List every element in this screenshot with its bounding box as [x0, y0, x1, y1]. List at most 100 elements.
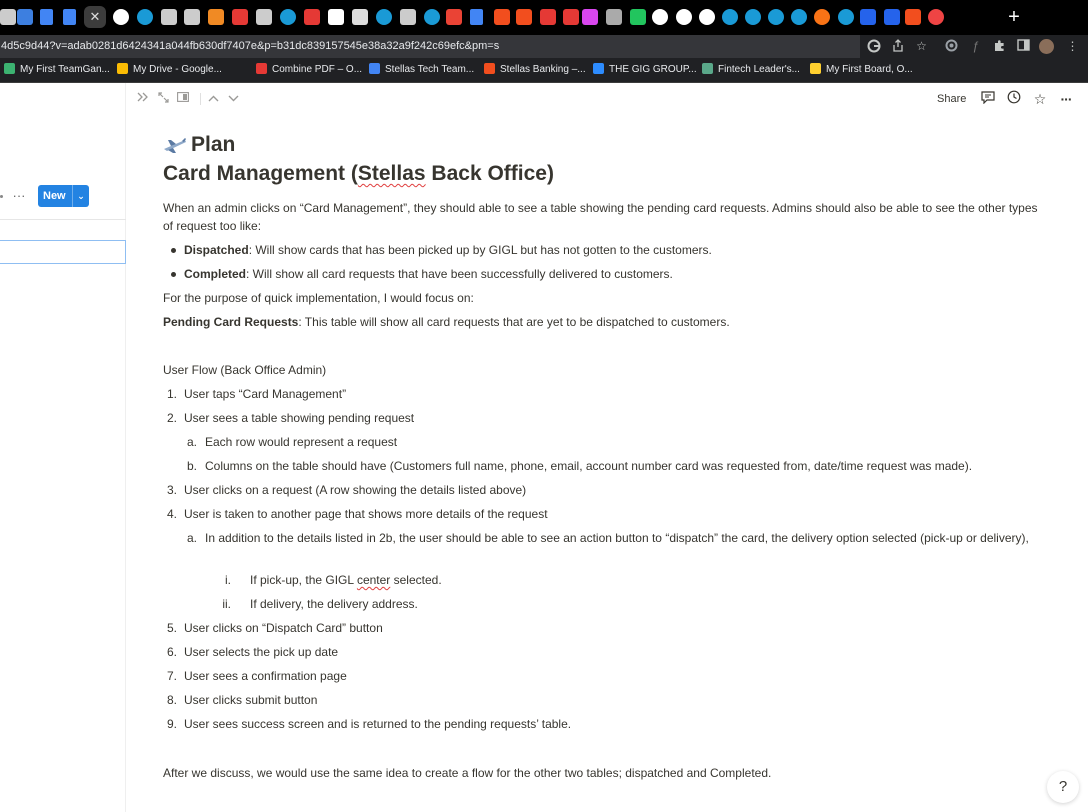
- loop-red-icon[interactable]: [563, 9, 579, 25]
- bookmark-label: Combine PDF – O...: [272, 64, 363, 75]
- list-item: a. Each row would represent a request: [187, 433, 398, 451]
- bookmark-item[interactable]: Combine PDF – O...: [256, 58, 362, 82]
- share-page-icon[interactable]: [890, 39, 905, 54]
- tn-icon[interactable]: [400, 9, 416, 25]
- extension-circle-icon[interactable]: [944, 39, 959, 54]
- figma-icon: [484, 63, 495, 74]
- help-button[interactable]: ?: [1047, 771, 1079, 803]
- loop-red-icon[interactable]: [540, 9, 556, 25]
- bullet-bold: Completed: [184, 267, 247, 281]
- circle-blue-icon[interactable]: [791, 9, 807, 25]
- list-marker: 4.: [166, 507, 177, 521]
- comment-icon[interactable]: [979, 90, 997, 108]
- bookmark-label: My Drive - Google...: [133, 64, 222, 75]
- circle-blue-icon[interactable]: [424, 9, 440, 25]
- title-spellcheck-word: Stellas: [357, 162, 426, 185]
- list-text: Each row would represent a request: [205, 435, 398, 449]
- address-bar: 4d5c9d44?v=adab0281d6424341a044fb630df74…: [0, 35, 1088, 58]
- ft-extension-icon[interactable]: ƒ: [968, 39, 983, 54]
- figma-icon[interactable]: [516, 9, 532, 25]
- circle-blue-icon[interactable]: [137, 9, 153, 25]
- sidebar-item-dot: [0, 195, 3, 198]
- snowflake-icon[interactable]: [256, 9, 272, 25]
- list-marker: 8.: [166, 693, 177, 707]
- google-drive-icon: [117, 63, 128, 74]
- circle-blue-icon[interactable]: [768, 9, 784, 25]
- bookmark-item[interactable]: Fintech Leader's...: [702, 58, 800, 82]
- new-tab-button[interactable]: +: [1006, 5, 1022, 29]
- white-square-icon[interactable]: [328, 9, 344, 25]
- sidebar-selected-row[interactable]: [0, 240, 126, 264]
- google-lens-icon[interactable]: [866, 39, 881, 54]
- play-arrow-icon[interactable]: [17, 9, 33, 25]
- bookmark-item[interactable]: My First Board, O...: [810, 58, 913, 82]
- extensions-puzzle-icon[interactable]: [992, 39, 1007, 54]
- orange-dollar-icon[interactable]: [208, 9, 224, 25]
- google-docs-icon[interactable]: [40, 9, 53, 25]
- circle-blue-icon[interactable]: [280, 9, 296, 25]
- circle-blue-icon[interactable]: [745, 9, 761, 25]
- green-chart-icon[interactable]: [630, 9, 646, 25]
- bookmark-star-icon[interactable]: ☆: [914, 39, 929, 54]
- pending-text: : This table will show all card requests…: [298, 315, 730, 329]
- chevron-down-icon[interactable]: ⌄: [72, 185, 89, 207]
- double-chevron-right-icon[interactable]: [136, 92, 150, 106]
- red-g-icon[interactable]: [446, 9, 462, 25]
- bullet-bold: Dispatched: [184, 243, 249, 257]
- google-icon[interactable]: [113, 9, 129, 25]
- google-icon[interactable]: [676, 9, 692, 25]
- url-field[interactable]: 4d5c9d44?v=adab0281d6424341a044fb630df74…: [0, 35, 860, 58]
- expand-arrows-icon[interactable]: [156, 92, 170, 106]
- side-panel-icon[interactable]: [1016, 39, 1031, 54]
- list-marker: 5.: [166, 621, 177, 635]
- figma-icon[interactable]: [494, 9, 510, 25]
- active-tab-close-icon[interactable]: ✕: [84, 6, 106, 28]
- v-icon[interactable]: [232, 9, 248, 25]
- bookmark-item[interactable]: Stellas Tech Team...: [369, 58, 474, 82]
- blue-badge-icon[interactable]: [860, 9, 876, 25]
- circle-blue-icon[interactable]: [376, 9, 392, 25]
- title-text-part: Card Management (: [163, 162, 358, 185]
- bookmark-item[interactable]: My Drive - Google...: [117, 58, 222, 82]
- more-horizontal-icon[interactable]: ···: [1057, 90, 1075, 108]
- teamgantt-icon: [4, 63, 15, 74]
- notion-icon[interactable]: [0, 9, 16, 25]
- red-square-icon[interactable]: [304, 9, 320, 25]
- browser-tab-strip: ✕ +: [0, 0, 1088, 35]
- plane-icon[interactable]: [161, 9, 177, 25]
- list-item: 7. User sees a confirmation page: [167, 667, 347, 685]
- red-dot-icon[interactable]: [928, 9, 944, 25]
- chrome-menu-icon[interactable]: ⋮: [1065, 39, 1080, 54]
- more-options-icon[interactable]: ···: [10, 188, 28, 204]
- circle-blue-icon[interactable]: [722, 9, 738, 25]
- sidebar-divider: [0, 219, 126, 220]
- list-marker: 3.: [166, 483, 177, 497]
- bookmark-item[interactable]: Stellas Banking –...: [484, 58, 586, 82]
- google-docs-icon[interactable]: [63, 9, 76, 25]
- figma-icon[interactable]: [905, 9, 921, 25]
- bookmark-item[interactable]: THE GIG GROUP...: [593, 58, 697, 82]
- google-docs-icon[interactable]: [470, 9, 483, 25]
- clock-history-icon[interactable]: [1005, 90, 1023, 108]
- favorite-star-icon[interactable]: ☆: [1031, 90, 1049, 108]
- list-marker: 1.: [166, 387, 177, 401]
- orange-gear-icon[interactable]: [814, 9, 830, 25]
- profile-avatar[interactable]: [1039, 39, 1054, 54]
- side-peek-icon[interactable]: [176, 92, 190, 106]
- multicolor-icon[interactable]: [582, 9, 598, 25]
- list-item: ii. If delivery, the delivery address.: [222, 595, 418, 613]
- share-button[interactable]: Share: [937, 91, 966, 107]
- chevron-up-icon[interactable]: [206, 92, 220, 106]
- blue-badge-icon[interactable]: [884, 9, 900, 25]
- chevron-down-icon[interactable]: [226, 92, 240, 106]
- bookmark-item[interactable]: My First TeamGan...: [4, 58, 110, 82]
- google-icon[interactable]: [699, 9, 715, 25]
- circle-blue-icon[interactable]: [838, 9, 854, 25]
- list-text: Columns on the table should have (Custom…: [205, 459, 973, 473]
- list-item: b. Columns on the table should have (Cust…: [187, 457, 973, 475]
- new-button[interactable]: New ⌄: [38, 185, 89, 207]
- github-icon[interactable]: [352, 9, 368, 25]
- tn-icon[interactable]: [184, 9, 200, 25]
- google-icon[interactable]: [652, 9, 668, 25]
- g-box-icon[interactable]: [606, 9, 622, 25]
